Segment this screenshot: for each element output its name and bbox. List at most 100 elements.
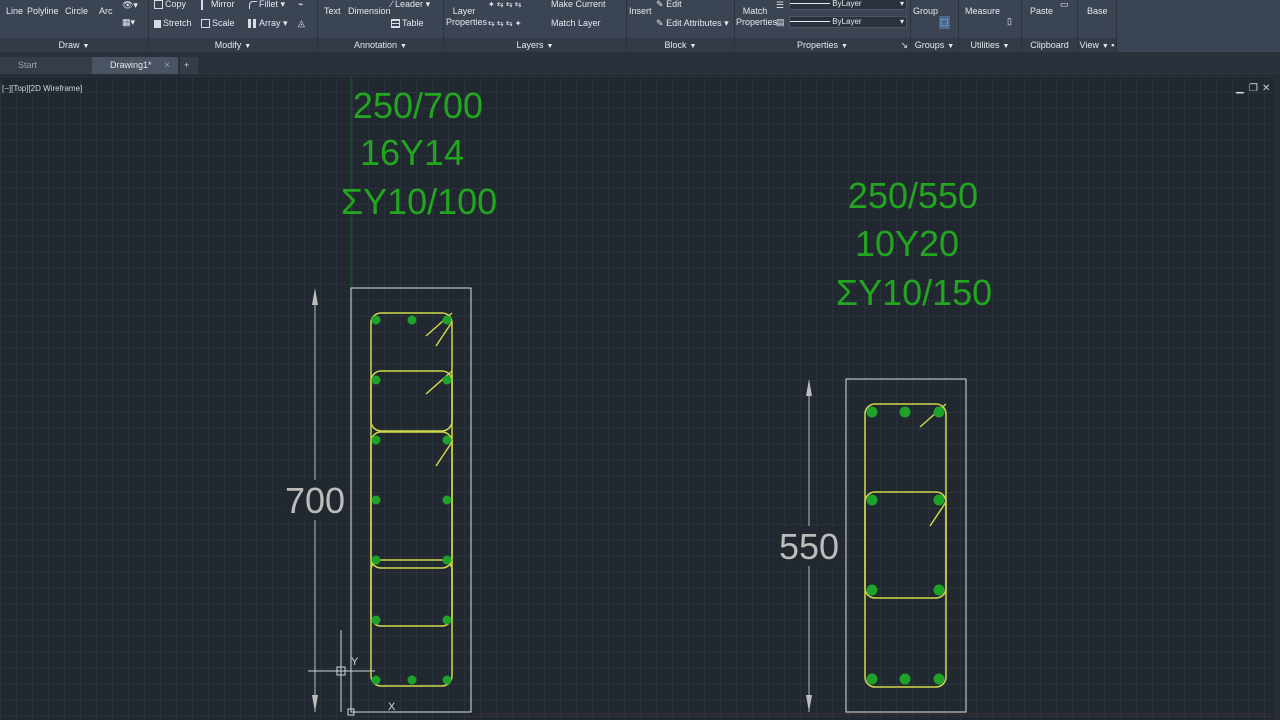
rebar [442, 375, 452, 385]
rebar [866, 584, 878, 596]
beam-2-inner-stirrup [864, 491, 947, 599]
layer-tools-icon[interactable]: ✦ ⇆ ⇆ ⇆ [488, 0, 521, 10]
rebar [442, 615, 452, 625]
view-panel: Base View ▼ ▪ [1078, 0, 1117, 52]
beam-1-dimensions-label: 250/700 [353, 85, 483, 126]
view-panel-title[interactable]: View ▼ ▪ [1078, 38, 1116, 52]
rebar [442, 315, 452, 325]
scale-button[interactable]: Scale [201, 18, 235, 29]
tab-drawing1-label: Drawing1* [110, 60, 152, 70]
draw-panel: Line Polyline Circle Arc 👁▾ ▦▾ Draw ▼ [0, 0, 149, 52]
region-icon[interactable]: ▦▾ [122, 17, 135, 28]
line-button[interactable]: Line [6, 6, 23, 17]
beam-1-rebar-label: 16Y14 [360, 132, 464, 173]
beam-2-dimension-arrow-top [806, 379, 812, 396]
beam-1-hook-4 [435, 441, 453, 467]
beam-1-section[interactable]: 250/700 16Y14 ΣY10/100 700 [284, 85, 497, 713]
polyline-button[interactable]: Polyline [27, 6, 59, 17]
leader-icon: ⁄ [391, 0, 393, 9]
insert-button[interactable]: Insert [629, 6, 652, 17]
ucs-y-label: Y [351, 656, 359, 668]
layer-tools-icon-2[interactable]: ⇆ ⇆ ⇆ ✦ [488, 18, 521, 29]
groups-panel: Group ⬚ Groups ▼ [911, 0, 959, 52]
annotation-panel-title[interactable]: Annotation ▼ [318, 38, 443, 52]
rebar [933, 494, 945, 506]
linetype-icon: ▤ [776, 17, 785, 27]
base-button[interactable]: Base [1087, 6, 1108, 17]
linetype-dropdown[interactable]: ByLayer ▾ [789, 16, 907, 28]
groups-panel-title[interactable]: Groups ▼ [911, 38, 958, 52]
beam-2-section[interactable]: 250/550 10Y20 ΣY10/150 550 [778, 175, 992, 713]
edit-button[interactable]: ✎ Edit [656, 0, 682, 10]
beam-2-dimensions-label: 250/550 [848, 175, 978, 216]
dimension-button[interactable]: Dimension [348, 6, 391, 17]
arc-button[interactable]: Arc [99, 6, 113, 17]
beam-2-rebars [866, 406, 945, 685]
ucs-icon: Y X [308, 630, 396, 716]
properties-panel-title[interactable]: Properties ▼ ↘ [735, 38, 910, 52]
calculator-icon[interactable]: ▯ [1007, 16, 1012, 27]
rebar [407, 315, 417, 325]
attributes-icon: ✎ [656, 18, 664, 28]
beam-1-dimension-arrow-top [312, 288, 318, 305]
table-button[interactable]: Table [391, 18, 424, 29]
close-tab-icon[interactable]: × [164, 57, 170, 74]
fillet-icon [249, 0, 257, 9]
hatch-icon[interactable]: 👁▾ [122, 0, 138, 11]
clipboard-panel: Paste ▭ Clipboard [1022, 0, 1078, 52]
circle-button[interactable]: Circle [65, 6, 88, 17]
new-tab-button[interactable]: + [180, 57, 198, 74]
annotation-panel: Text Dimension ⁄ Leader ▾ Table Annotati… [318, 0, 444, 52]
offset-icon[interactable]: ◬ [298, 18, 305, 29]
beam-1-outline [350, 287, 472, 713]
group-select-icon[interactable]: ⬚ [939, 16, 950, 29]
beam-1-stirrup-2 [370, 370, 453, 432]
layer-properties-button[interactable]: Layer Properties [446, 6, 487, 28]
layers-panel: Layer Properties ✦ ⇆ ⇆ ⇆ ⇆ ⇆ ⇆ ✦ Make Cur… [444, 0, 627, 52]
block-panel-title[interactable]: Block ▼ [627, 38, 734, 52]
draw-panel-title[interactable]: Draw ▼ [0, 38, 148, 52]
tab-start[interactable]: Start [0, 57, 92, 74]
rebar [866, 406, 878, 418]
rebar [442, 495, 452, 505]
beam-2-stirrup-label: ΣY10/150 [836, 272, 992, 313]
utilities-panel-title[interactable]: Utilities ▼ [959, 38, 1021, 52]
fillet-button[interactable]: Fillet ▾ [249, 0, 285, 10]
match-layer-button[interactable]: Match Layer [551, 18, 601, 29]
ucs-x-label: X [388, 701, 396, 713]
text-button[interactable]: Text [324, 6, 341, 17]
copy-clip-icon[interactable]: ▭ [1060, 0, 1069, 10]
rebar [371, 435, 381, 445]
file-tab-bar: Start Drawing1* × + [0, 53, 1280, 75]
group-button[interactable]: Group [913, 6, 938, 17]
model-space-canvas[interactable]: [−][Top][2D Wireframe] ▁ ❐ ✕ 250/700 16Y… [0, 76, 1280, 720]
match-properties-button[interactable]: Match Properties [736, 6, 777, 28]
layers-panel-title[interactable]: Layers ▼ [444, 38, 626, 52]
edit-icon: ✎ [656, 0, 664, 9]
utilities-panel: Measure ▯ Utilities ▼ [959, 0, 1022, 52]
copy-icon [154, 0, 163, 10]
stretch-button[interactable]: Stretch [154, 18, 192, 29]
paste-button[interactable]: Paste [1030, 6, 1053, 17]
color-dropdown[interactable]: ByLayer ▾ [789, 0, 907, 10]
beam-2-dimension-arrow-bottom [806, 695, 812, 712]
beam-1-outer-stirrup [370, 312, 453, 687]
array-button[interactable]: Array ▾ [248, 18, 288, 29]
leader-button[interactable]: ⁄ Leader ▾ [391, 0, 430, 10]
measure-button[interactable]: Measure [965, 6, 1000, 17]
rebar [899, 406, 911, 418]
edit-attributes-button[interactable]: ✎ Edit Attributes ▾ [656, 18, 729, 29]
rebar [371, 555, 381, 565]
rebar [371, 615, 381, 625]
rebar [371, 675, 381, 685]
trim-icon[interactable]: ⌁ [298, 0, 303, 10]
tab-drawing1[interactable]: Drawing1* × [92, 57, 178, 74]
modify-panel-title[interactable]: Modify ▼ [149, 38, 317, 52]
make-current-button[interactable]: Make Current [551, 0, 606, 10]
rebar [866, 494, 878, 506]
mirror-button[interactable]: Mirror [201, 0, 235, 10]
rebar [899, 673, 911, 685]
copy-button[interactable]: Copy [154, 0, 186, 10]
clipboard-panel-title[interactable]: Clipboard [1022, 38, 1077, 52]
drawing-svg: 250/700 16Y14 ΣY10/100 700 Y X 250/550 1… [284, 76, 1270, 716]
